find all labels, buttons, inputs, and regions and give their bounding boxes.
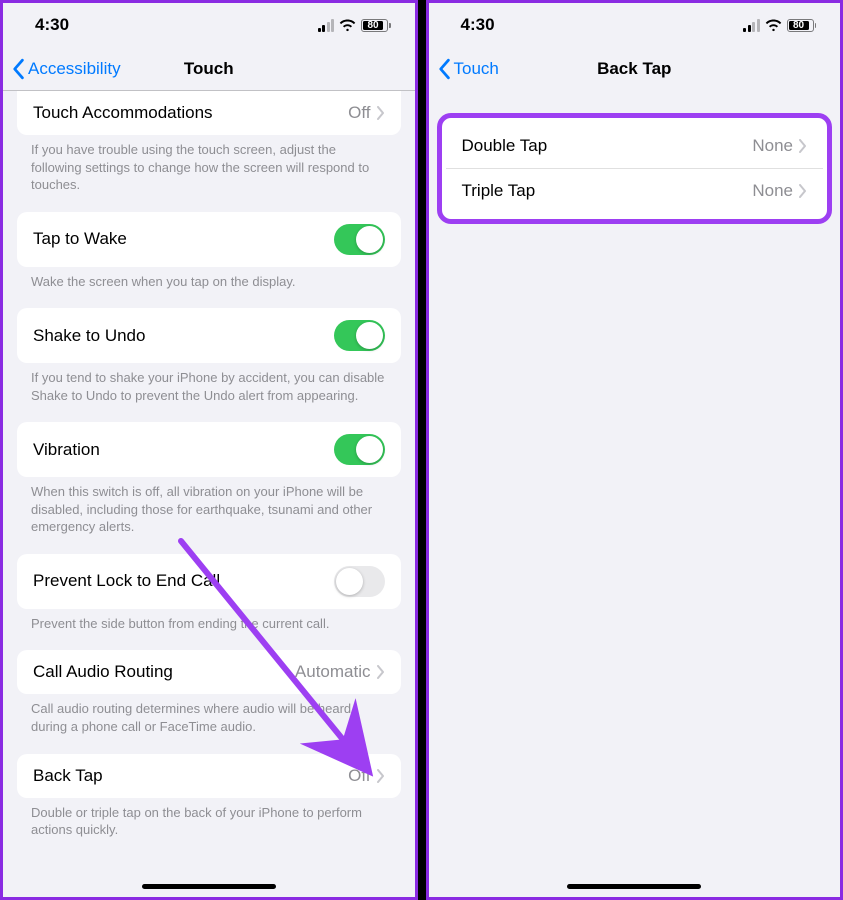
status-time: 4:30 — [461, 15, 495, 35]
wifi-icon — [339, 19, 356, 32]
back-button[interactable]: Touch — [429, 58, 499, 80]
chevron-left-icon — [437, 58, 451, 80]
row-label: Tap to Wake — [33, 229, 127, 249]
toggle-prevent-lock[interactable] — [334, 566, 385, 597]
group-prevent-lock: Prevent Lock to End Call Prevent the sid… — [3, 554, 415, 633]
settings-list[interactable]: Double Tap None Triple Tap None — [429, 91, 841, 867]
back-label: Accessibility — [28, 59, 121, 79]
group-footer: Double or triple tap on the back of your… — [3, 798, 415, 839]
cellular-signal-icon — [743, 19, 760, 32]
navigation-bar: Touch Back Tap — [429, 47, 841, 91]
group-touch-accommodations: Touch Accommodations Off If you have tro… — [3, 91, 415, 194]
group-back-tap: Back Tap Off Double or triple tap on the… — [3, 754, 415, 839]
chevron-left-icon — [11, 58, 25, 80]
row-value: Off — [348, 103, 384, 123]
phone-touch-settings: 4:30 80 Accessibility Touch Touch Accomm… — [0, 0, 418, 900]
chevron-right-icon — [377, 665, 385, 679]
battery-icon: 80 — [787, 19, 817, 32]
status-bar: 4:30 80 — [3, 3, 415, 47]
row-label: Vibration — [33, 440, 100, 460]
group-footer: Prevent the side button from ending the … — [3, 609, 415, 633]
toggle-shake-to-undo[interactable] — [334, 320, 385, 351]
group-call-audio-routing: Call Audio Routing Automatic Call audio … — [3, 650, 415, 735]
row-label: Double Tap — [462, 136, 548, 156]
chevron-right-icon — [799, 184, 807, 198]
chevron-right-icon — [377, 106, 385, 120]
home-indicator[interactable] — [142, 884, 276, 889]
group-footer: If you have trouble using the touch scre… — [3, 135, 415, 194]
row-label: Back Tap — [33, 766, 103, 786]
group-footer: When this switch is off, all vibration o… — [3, 477, 415, 536]
row-double-tap[interactable]: Double Tap None — [446, 124, 824, 168]
settings-list[interactable]: Touch Accommodations Off If you have tro… — [3, 91, 415, 867]
home-indicator[interactable] — [567, 884, 701, 889]
row-label: Triple Tap — [462, 181, 536, 201]
group-footer: If you tend to shake your iPhone by acci… — [3, 363, 415, 404]
highlighted-group: Double Tap None Triple Tap None — [437, 113, 833, 224]
back-button[interactable]: Accessibility — [3, 58, 121, 80]
row-triple-tap[interactable]: Triple Tap None — [446, 168, 824, 213]
row-value: None — [752, 181, 807, 201]
chevron-right-icon — [377, 769, 385, 783]
row-label: Call Audio Routing — [33, 662, 173, 682]
cellular-signal-icon — [318, 19, 335, 32]
battery-icon: 80 — [361, 19, 391, 32]
row-prevent-lock[interactable]: Prevent Lock to End Call — [17, 554, 401, 609]
row-value: Automatic — [295, 662, 385, 682]
toggle-vibration[interactable] — [334, 434, 385, 465]
row-value: None — [752, 136, 807, 156]
back-label: Touch — [454, 59, 499, 79]
wifi-icon — [765, 19, 782, 32]
row-shake-to-undo[interactable]: Shake to Undo — [17, 308, 401, 363]
status-indicators: 80 — [743, 19, 816, 32]
status-indicators: 80 — [318, 19, 391, 32]
group-footer: Call audio routing determines where audi… — [3, 694, 415, 735]
group-vibration: Vibration When this switch is off, all v… — [3, 422, 415, 536]
row-touch-accommodations[interactable]: Touch Accommodations Off — [17, 91, 401, 135]
group-shake-to-undo: Shake to Undo If you tend to shake your … — [3, 308, 415, 404]
row-label: Touch Accommodations — [33, 103, 213, 123]
phone-back-tap-settings: 4:30 80 Touch Back Tap Double Tap None — [426, 0, 843, 900]
row-back-tap[interactable]: Back Tap Off — [17, 754, 401, 798]
row-tap-to-wake[interactable]: Tap to Wake — [17, 212, 401, 267]
group-footer: Wake the screen when you tap on the disp… — [3, 267, 415, 291]
toggle-tap-to-wake[interactable] — [334, 224, 385, 255]
row-label: Prevent Lock to End Call — [33, 571, 220, 591]
row-label: Shake to Undo — [33, 326, 145, 346]
row-call-audio-routing[interactable]: Call Audio Routing Automatic — [17, 650, 401, 694]
row-value: Off — [348, 766, 384, 786]
row-vibration[interactable]: Vibration — [17, 422, 401, 477]
chevron-right-icon — [799, 139, 807, 153]
navigation-bar: Accessibility Touch — [3, 47, 415, 91]
status-bar: 4:30 80 — [429, 3, 841, 47]
status-time: 4:30 — [35, 15, 69, 35]
group-tap-to-wake: Tap to Wake Wake the screen when you tap… — [3, 212, 415, 291]
